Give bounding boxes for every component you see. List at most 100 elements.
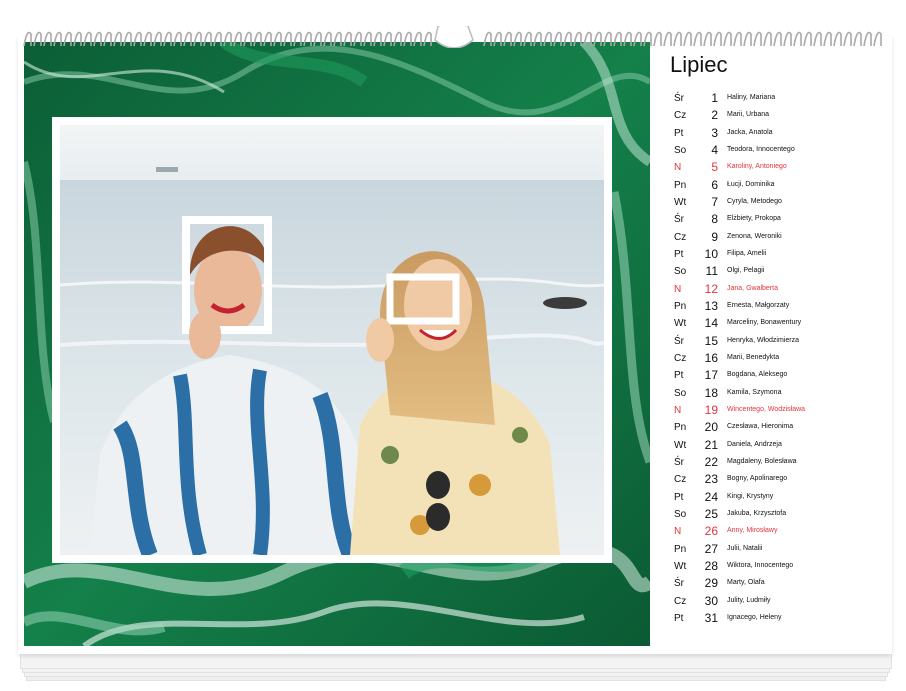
spiral-coil bbox=[263, 31, 272, 47]
day-number: 11 bbox=[705, 264, 718, 279]
spiral-coil bbox=[63, 31, 72, 47]
name-day: Marii, Urbana bbox=[727, 111, 770, 119]
day-number: 4 bbox=[711, 142, 718, 157]
name-day: Jakuba, Krzysztofa bbox=[727, 509, 787, 517]
spiral-coil bbox=[213, 31, 222, 47]
spiral-coil bbox=[193, 31, 202, 47]
spiral-binding bbox=[23, 26, 882, 48]
name-day: Kingi, Krystyny bbox=[727, 492, 774, 500]
day-row: So 25 Jakuba, Krzysztofa bbox=[670, 506, 890, 523]
spiral-coil bbox=[23, 31, 32, 47]
name-day: Jana, Gwalberta bbox=[727, 284, 778, 292]
name-day: Bogny, Apolinarego bbox=[727, 475, 788, 483]
name-day: Zenona, Weroniki bbox=[727, 232, 782, 240]
day-number: 13 bbox=[704, 298, 718, 313]
spiral-coil bbox=[543, 31, 552, 47]
spiral-coil bbox=[423, 31, 432, 47]
spiral-coil bbox=[33, 31, 42, 47]
spiral-coil bbox=[793, 31, 802, 47]
day-row: Cz 2 Marii, Urbana bbox=[670, 107, 890, 124]
name-day: Ernesta, Małgorzaty bbox=[727, 301, 790, 309]
day-row: Wt 28 Wiktora, Innocentego bbox=[670, 558, 890, 575]
day-number: 30 bbox=[704, 593, 718, 608]
name-day: Karoliny, Antoniego bbox=[727, 163, 787, 171]
spiral-coil bbox=[113, 31, 122, 47]
day-number: 16 bbox=[704, 350, 718, 365]
spiral-coil bbox=[243, 31, 252, 47]
spiral-coil bbox=[363, 31, 372, 47]
spiral-coil bbox=[763, 31, 772, 47]
spiral-coil bbox=[403, 31, 412, 47]
spiral-coil bbox=[133, 31, 142, 47]
spiral-coil bbox=[273, 31, 282, 47]
day-row: Pn 13 Ernesta, Małgorzaty bbox=[670, 298, 890, 315]
name-day: Marty, Olafa bbox=[727, 579, 765, 587]
day-row: Pt 17 Bogdana, Aleksego bbox=[670, 367, 890, 384]
day-row: Śr 29 Marty, Olafa bbox=[670, 575, 890, 592]
spiral-coil bbox=[163, 31, 172, 47]
spiral-coil bbox=[53, 31, 62, 47]
spiral-coil bbox=[663, 31, 672, 47]
day-number: 9 bbox=[711, 229, 718, 244]
spiral-coil bbox=[383, 31, 392, 47]
day-number: 18 bbox=[704, 385, 718, 400]
marble-background-panel bbox=[24, 42, 650, 646]
name-day: Teodora, Innocentego bbox=[727, 145, 795, 153]
spiral-coil bbox=[753, 31, 762, 47]
day-row: Wt 14 Marceliny, Bonawentury bbox=[670, 315, 890, 332]
spiral-coil bbox=[353, 31, 362, 47]
spiral-coil bbox=[713, 31, 722, 47]
name-day: Cyryla, Metodego bbox=[727, 197, 782, 205]
spiral-coil bbox=[123, 31, 132, 47]
name-day: Ignacego, Heleny bbox=[727, 613, 782, 621]
day-row: So 18 Kamila, Szymona bbox=[670, 385, 890, 402]
spiral-coil bbox=[73, 31, 82, 47]
spiral-coil bbox=[523, 31, 532, 47]
name-day: Henryka, Włodzimierza bbox=[727, 336, 799, 344]
day-row: Śr 22 Magdaleny, Bolesława bbox=[670, 454, 890, 471]
spiral-coil bbox=[533, 31, 542, 47]
name-day: Marii, Benedykta bbox=[727, 353, 780, 361]
day-row: Pn 20 Czesława, Hieronima bbox=[670, 419, 890, 436]
spiral-coil bbox=[623, 31, 632, 47]
day-row: N 5 Karoliny, Antoniego bbox=[670, 159, 890, 176]
day-number: 21 bbox=[704, 437, 718, 452]
spiral-coil bbox=[103, 31, 112, 47]
day-row: Cz 9 Zenona, Weroniki bbox=[670, 229, 890, 246]
spiral-coil bbox=[593, 31, 602, 47]
spiral-coil bbox=[283, 31, 292, 47]
day-row: Pt 10 Filipa, Amelii bbox=[670, 246, 890, 263]
name-day: Czesława, Hieronima bbox=[727, 423, 794, 431]
name-day: Daniela, Andrzeja bbox=[727, 440, 782, 448]
spiral-coil bbox=[483, 31, 492, 47]
day-number: 3 bbox=[711, 125, 718, 140]
spiral-coil bbox=[183, 31, 192, 47]
spiral-coil bbox=[863, 31, 872, 47]
day-row: So 4 Teodora, Innocentego bbox=[670, 142, 890, 159]
spiral-coil bbox=[503, 31, 512, 47]
day-row: Cz 16 Marii, Benedykta bbox=[670, 350, 890, 367]
day-number: 19 bbox=[704, 402, 718, 417]
photo-frame bbox=[52, 117, 612, 563]
spiral-coil bbox=[233, 31, 242, 47]
day-row: So 11 Olgi, Pelagii bbox=[670, 263, 890, 280]
spiral-coil bbox=[743, 31, 752, 47]
name-day: Elżbiety, Prokopa bbox=[727, 215, 781, 223]
spiral-coil bbox=[293, 31, 302, 47]
day-row: Pn 27 Julii, Natalii bbox=[670, 541, 890, 558]
day-number: 10 bbox=[704, 246, 718, 261]
name-day: Bogdana, Aleksego bbox=[727, 371, 788, 379]
spiral-coil bbox=[803, 31, 812, 47]
day-number: 27 bbox=[704, 541, 718, 556]
name-day: Marceliny, Bonawentury bbox=[727, 319, 802, 327]
calendar-photo bbox=[60, 125, 604, 555]
spiral-coil bbox=[833, 31, 842, 47]
name-day: Julity, Ludmiły bbox=[727, 596, 771, 604]
spiral-coil bbox=[153, 31, 162, 47]
spiral-coil bbox=[493, 31, 502, 47]
name-day: Wincentego, Wodzisława bbox=[727, 405, 806, 413]
spiral-coil bbox=[783, 31, 792, 47]
spiral-coil bbox=[43, 31, 52, 47]
name-day: Julii, Natalii bbox=[727, 544, 763, 552]
name-day: Magdaleny, Bolesława bbox=[727, 457, 797, 465]
